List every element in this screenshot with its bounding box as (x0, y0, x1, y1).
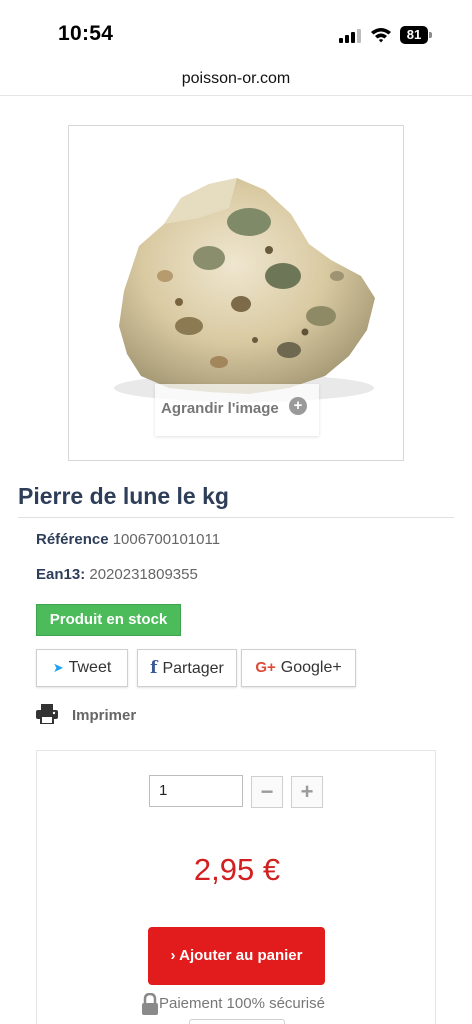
share-label: Partager (162, 660, 224, 677)
google-plus-label: Google+ (280, 659, 342, 676)
lock-icon (142, 993, 158, 1015)
twitter-bird-icon: ➤ (52, 660, 64, 675)
tweet-button[interactable]: ➤ Tweet (36, 649, 128, 687)
quantity-input[interactable]: 1 (149, 775, 243, 807)
facebook-share-button[interactable]: f Partager (137, 649, 237, 687)
tweet-label: Tweet (68, 659, 112, 676)
secure-payment-label: Paiement 100% sécurisé (159, 995, 325, 1012)
battery-icon: 81 (400, 26, 432, 44)
status-time: 10:54 (58, 22, 114, 45)
facebook-icon: f (150, 658, 158, 678)
add-to-cart-panel: 1 − + 2,95 € › Ajouter au panier Paiemen… (36, 750, 436, 1024)
print-label: Imprimer (72, 707, 137, 724)
product-title: Pierre de lune le kg (18, 483, 229, 509)
product-image[interactable]: Agrandir l'image + (68, 125, 404, 461)
add-to-cart-button[interactable]: › Ajouter au panier (148, 927, 325, 985)
quantity-increase-button[interactable]: + (291, 776, 323, 808)
zoom-plus-icon: + (289, 397, 307, 415)
stock-status-badge: Produit en stock (36, 604, 181, 636)
google-plus-button[interactable]: G+ Google+ (241, 649, 356, 687)
zoom-image-button[interactable]: Agrandir l'image + (155, 384, 319, 436)
battery-level: 81 (400, 26, 428, 44)
printer-icon (36, 704, 58, 724)
reference-row: Référence 1006700101011 (36, 531, 220, 548)
partial-element (189, 1019, 285, 1024)
wifi-icon (371, 28, 391, 43)
status-bar: 10:54 81 (0, 0, 472, 62)
cellular-signal-icon (339, 29, 361, 43)
url-text: poisson-or.com (181, 70, 291, 87)
zoom-image-label: Agrandir l'image (161, 400, 279, 417)
title-divider (18, 517, 454, 518)
ean-label: Ean13: (36, 566, 86, 583)
ean-value: 2020231809355 (89, 566, 198, 583)
reference-value: 1006700101011 (112, 531, 221, 548)
product-price: 2,95 € (193, 852, 281, 887)
ean-row: Ean13: 2020231809355 (36, 566, 198, 583)
google-plus-icon: G+ (255, 659, 276, 676)
address-bar[interactable]: poisson-or.com (0, 62, 472, 96)
quantity-decrease-button[interactable]: − (251, 776, 283, 808)
reference-label: Référence (36, 531, 109, 548)
